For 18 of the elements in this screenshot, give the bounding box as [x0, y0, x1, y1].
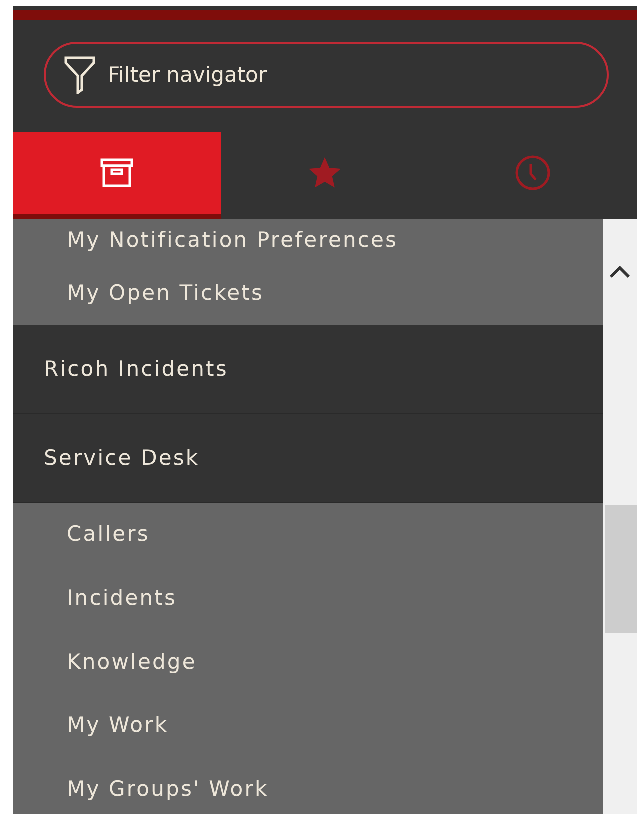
- nav-item[interactable]: My Open Tickets: [13, 261, 603, 325]
- nav-item[interactable]: My Notification Preferences: [13, 219, 603, 261]
- tab[interactable]: [13, 132, 221, 219]
- scroll-up-icon[interactable]: [609, 265, 631, 279]
- clock-icon: [515, 155, 551, 191]
- nav-module[interactable]: Service Desk: [13, 414, 603, 503]
- archive-box-icon: [100, 158, 134, 188]
- nav-item[interactable]: Incidents: [13, 566, 603, 630]
- star-icon: [307, 156, 343, 190]
- scrollbar[interactable]: [603, 219, 637, 814]
- nav-item[interactable]: My Work: [13, 693, 603, 757]
- nav-item[interactable]: Knowledge: [13, 630, 603, 694]
- scroll-thumb[interactable]: [605, 505, 637, 633]
- nav-item[interactable]: My Groups' Work: [13, 756, 603, 814]
- nav-item[interactable]: Callers: [13, 502, 603, 566]
- filter-icon: [64, 56, 96, 94]
- filter-field[interactable]: Filter navigator: [44, 42, 609, 108]
- nav-module[interactable]: Ricoh Incidents: [13, 324, 603, 414]
